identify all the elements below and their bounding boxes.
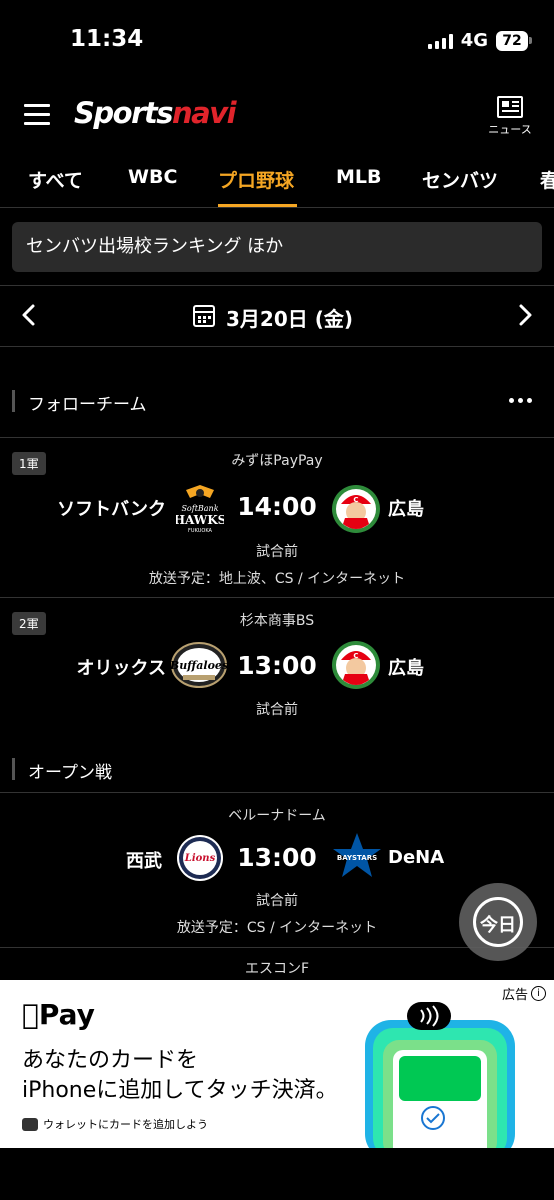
tab-wbc[interactable]: WBC: [128, 166, 177, 188]
svg-text:C: C: [353, 496, 358, 504]
apple-pay-logo: Pay: [22, 998, 95, 1031]
wallet-icon: [22, 1117, 38, 1131]
carp-logo-icon: C: [332, 485, 380, 533]
logo-part-navi: navi: [172, 96, 237, 130]
today-button[interactable]: 今日: [459, 883, 537, 961]
tab-mlb[interactable]: MLB: [336, 166, 382, 188]
game-time: 13:00: [237, 651, 317, 680]
status-bar: 11:34 4G 72: [0, 0, 554, 82]
date-navigation: 3月20日 (金): [0, 285, 554, 347]
tab-pro-baseball[interactable]: プロ野球: [218, 166, 294, 193]
broadcast-info: 放送予定：地上波、CS / インターネット: [148, 571, 406, 587]
network-type: 4G: [460, 30, 488, 51]
hamburger-menu-icon[interactable]: [24, 104, 50, 126]
venue: 杉本商事BS: [239, 613, 315, 629]
newspaper-icon: [497, 96, 523, 118]
baystars-logo-text: BAYSTARS: [337, 854, 377, 862]
away-team: 広島: [388, 499, 424, 520]
status-time: 11:34: [70, 26, 144, 52]
wallet-text: ウォレットにカードを追加しよう: [43, 1118, 208, 1131]
logo-part-sports: Sports: [74, 96, 174, 130]
ad-headline-line2: iPhoneに追加してタッチ決済。: [22, 1078, 338, 1103]
away-team: DeNA: [388, 847, 445, 868]
game-status: 試合前: [256, 544, 298, 560]
apple-pay-text: Pay: [22, 998, 95, 1031]
tab-spring[interactable]: 春: [540, 166, 554, 193]
game-time: 13:00: [237, 843, 317, 872]
ad-wallet-cta: ウォレットにカードを追加しよう: [22, 1116, 208, 1132]
bottom-area: [0, 1148, 554, 1200]
current-date[interactable]: 3月20日 (金): [226, 303, 353, 332]
active-tab-indicator: [218, 204, 297, 207]
svg-text:C: C: [353, 652, 358, 660]
section-open-games: オープン戦: [0, 748, 554, 792]
chevron-left-icon[interactable]: [18, 303, 42, 327]
tab-senbatsu[interactable]: センバツ: [422, 166, 498, 193]
app-header: Sportsnavi ニュース: [0, 82, 554, 150]
game-card[interactable]: 2軍 杉本商事BS オリックス Buffaloes 13:00 C 広島 試合前: [0, 597, 554, 725]
game-card[interactable]: エスコンF: [0, 947, 554, 980]
battery-level: 72: [496, 30, 528, 51]
chevron-right-icon[interactable]: [512, 303, 536, 327]
more-options-icon[interactable]: [509, 398, 532, 403]
iphone-nfc-illustration-icon: [365, 1002, 515, 1148]
senbatsu-ranking-banner[interactable]: センバツ出場校ランキング ほか: [12, 222, 542, 272]
carp-logo-icon: C: [332, 641, 380, 689]
section-title: オープン戦: [28, 763, 112, 783]
venue: エスコンF: [244, 961, 310, 977]
baystars-logo-icon: BAYSTARS: [333, 833, 381, 877]
hawks-logo-text: FUKUOKA: [188, 528, 212, 534]
news-label: ニュース: [488, 123, 532, 136]
game-status: 試合前: [256, 702, 298, 718]
news-button[interactable]: ニュース: [488, 96, 532, 137]
apple-pay-ad[interactable]: 広告 i Pay あなたのカードを iPhoneに追加してタッチ決済。 ウォレ…: [0, 980, 554, 1148]
sportsnavi-logo[interactable]: Sportsnavi: [74, 96, 237, 130]
section-title: フォローチーム: [28, 395, 147, 415]
battery-icon: 72: [496, 30, 532, 51]
calendar-icon[interactable]: [193, 305, 215, 327]
info-icon[interactable]: i: [531, 986, 546, 1001]
ad-headline-line1: あなたのカードを: [22, 1048, 199, 1073]
apple-icon: : [22, 998, 39, 1031]
category-tabs: すべて WBC プロ野球 MLB センバツ 春: [0, 150, 554, 208]
today-label: 今日: [480, 915, 516, 936]
venue: ベルーナドーム: [228, 808, 326, 824]
status-indicators: 4G 72: [427, 30, 532, 51]
tab-all[interactable]: すべて: [28, 166, 83, 193]
section-follow-teams: フォローチーム: [0, 380, 554, 424]
game-time: 14:00: [237, 492, 317, 521]
away-team: 広島: [388, 658, 424, 679]
venue: みずほPayPay: [231, 453, 323, 469]
game-card[interactable]: 1軍 みずほPayPay ソフトバンク SoftBank HAWKS FUKUO…: [0, 437, 554, 597]
cellular-signal-icon: [427, 33, 453, 49]
